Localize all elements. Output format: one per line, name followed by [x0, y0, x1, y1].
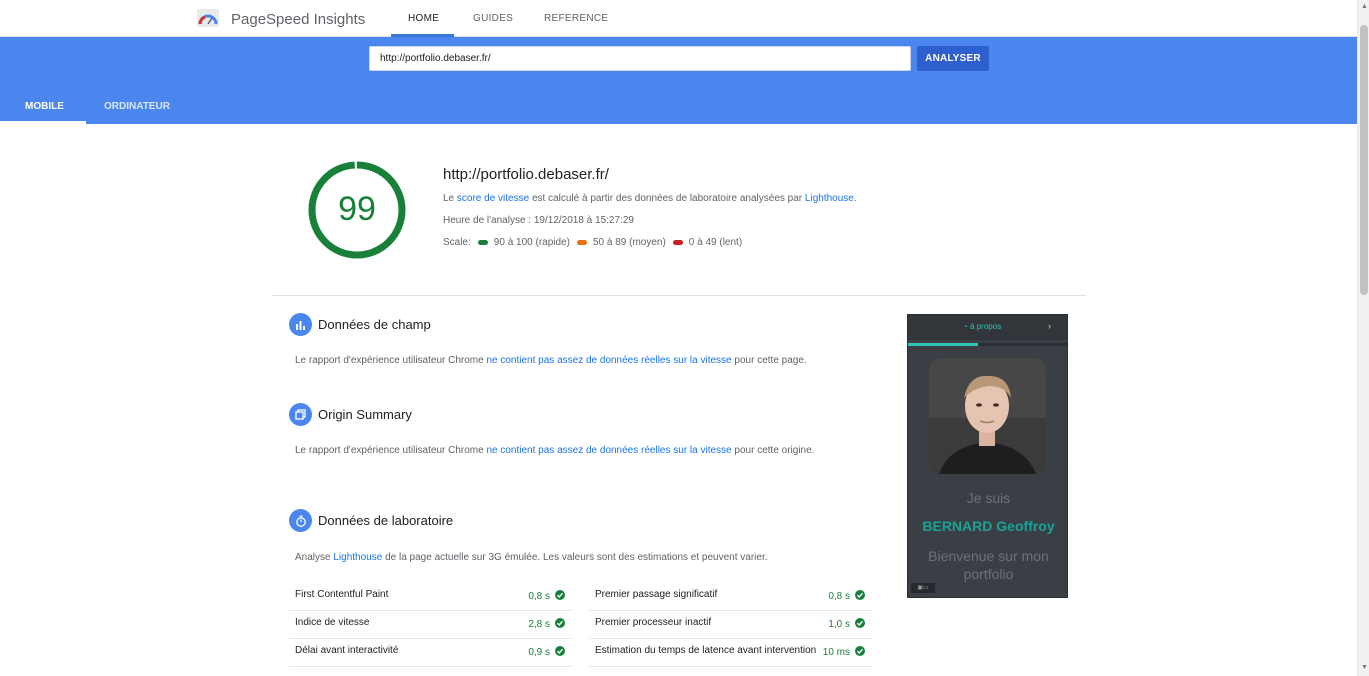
section-divider: [272, 295, 1086, 296]
thumbnail-menu: ◔ à propos: [963, 322, 1001, 331]
field-text-suffix: pour cette page.: [731, 355, 807, 366]
origin-text-prefix: Le rapport d'expérience utilisateur Chro…: [295, 445, 487, 456]
metric-name: Premier passage significatif: [595, 589, 718, 600]
check-circle-icon: [555, 618, 565, 628]
lab-data-text: Analyse Lighthouse de la page actuelle s…: [295, 552, 768, 563]
nav-tab-guides[interactable]: GUIDES: [473, 13, 513, 24]
speed-score-link[interactable]: score de vitesse: [457, 193, 529, 204]
score-value: 99: [338, 190, 376, 228]
lab-text-prefix: Analyse: [295, 552, 334, 563]
metric-name: Estimation du temps de latence avant int…: [595, 645, 817, 656]
tab-desktop[interactable]: ORDINATEUR: [104, 101, 170, 112]
metric-name: Indice de vitesse: [295, 617, 370, 628]
origin-summary-title: Origin Summary: [318, 407, 412, 422]
tab-mobile[interactable]: MOBILE: [25, 101, 64, 112]
origin-summary-text: Le rapport d'expérience utilisateur Chro…: [295, 445, 814, 456]
thumbnail-progress-fill: [908, 343, 978, 346]
origin-summary-icon: [289, 403, 312, 426]
profile-photo: [929, 358, 1046, 474]
scale-average-pill-icon: [576, 240, 587, 245]
thumbnail-badge-icon: ▣▭: [911, 583, 935, 593]
page-screenshot-thumbnail: ◔ à propos › Je suis BERNARD Geoffroy Bi…: [907, 314, 1068, 598]
metric-name: Premier processeur inactif: [595, 617, 712, 628]
metric-row: Délai avant interactivité 0,9 s: [289, 639, 572, 667]
thumbnail-welcome: Bienvenue sur mon portfolio: [928, 548, 1049, 582]
field-data-text: Le rapport d'expérience utilisateur Chro…: [295, 355, 807, 366]
metric-value: 0,8 s: [828, 591, 850, 602]
stopwatch-icon: [289, 509, 312, 532]
thumbnail-menu-label: à propos: [970, 322, 1002, 331]
desc-middle: est calculé à partir des données de labo…: [529, 193, 805, 204]
scale-slow-pill-icon: [672, 240, 683, 245]
thumbnail-menu-icon: ◔: [963, 322, 971, 331]
scale-fast-pill-icon: [477, 240, 488, 245]
metric-value: 0,9 s: [528, 647, 550, 658]
metric-row: First Contentful Paint 0,8 s: [289, 583, 572, 611]
chevron-right-icon: ›: [1048, 321, 1051, 331]
vertical-scrollbar[interactable]: ▲ ▼: [1357, 0, 1369, 676]
lighthouse-link[interactable]: Lighthouse: [805, 193, 854, 204]
metric-name: First Contentful Paint: [295, 589, 389, 600]
bar-chart-icon: [289, 313, 312, 336]
analyse-button[interactable]: ANALYSER: [917, 46, 989, 71]
check-circle-icon: [855, 618, 865, 628]
metric-value: 2,8 s: [528, 619, 550, 630]
nav-tab-home[interactable]: HOME: [408, 13, 439, 24]
metric-row: Estimation du temps de latence avant int…: [589, 639, 872, 667]
thumbnail-progress-bar: [908, 343, 1067, 346]
search-band: ANALYSER MOBILE ORDINATEUR: [0, 37, 1357, 124]
scroll-thumb[interactable]: [1360, 25, 1368, 295]
metric-row: Premier processeur inactif 1,0 s: [589, 611, 872, 639]
scroll-down-icon[interactable]: ▼: [1361, 664, 1368, 671]
scale-average-label: 50 à 89 (moyen): [592, 237, 666, 248]
lab-data-title: Données de laboratoire: [318, 513, 454, 528]
pagespeed-logo-icon[interactable]: [197, 9, 219, 27]
lab-lighthouse-link[interactable]: Lighthouse: [333, 552, 382, 563]
nav-tab-reference[interactable]: REFERENCE: [544, 13, 608, 24]
check-circle-icon: [855, 590, 865, 600]
field-data-title: Données de champ: [318, 317, 431, 332]
scroll-up-icon[interactable]: ▲: [1361, 3, 1368, 10]
check-circle-icon: [555, 590, 565, 600]
check-circle-icon: [855, 646, 865, 656]
metric-row: Premier passage significatif 0,8 s: [589, 583, 872, 611]
metric-value: 1,0 s: [828, 619, 850, 630]
metric-value: 0,8 s: [528, 591, 550, 602]
origin-data-link[interactable]: ne contient pas assez de données réelles…: [486, 445, 731, 456]
thumbnail-greeting: Je suis: [966, 490, 1011, 506]
url-input[interactable]: [369, 46, 911, 71]
scale-label: Scale:: [443, 237, 471, 248]
score-scale: Scale: 90 à 100 (rapide) 50 à 89 (moyen)…: [443, 237, 742, 248]
scale-fast-label: 90 à 100 (rapide): [493, 237, 570, 248]
device-tab-indicator: [0, 121, 86, 124]
scale-slow-label: 0 à 49 (lent): [688, 237, 743, 248]
lab-text-suffix: de la page actuelle sur 3G émulée. Les v…: [382, 552, 768, 563]
field-data-link[interactable]: ne contient pas assez de données réelles…: [486, 355, 731, 366]
thumbnail-name: BERNARD Geoffroy: [922, 518, 1055, 534]
app-title[interactable]: PageSpeed Insights: [231, 11, 365, 28]
field-text-prefix: Le rapport d'expérience utilisateur Chro…: [295, 355, 487, 366]
desc-prefix: Le: [443, 193, 457, 204]
metric-value: 10 ms: [822, 647, 850, 658]
tested-url: http://portfolio.debaser.fr/: [443, 166, 609, 183]
check-circle-icon: [555, 646, 565, 656]
score-description: Le score de vitesse est calculé à partir…: [443, 193, 857, 204]
metric-name: Délai avant interactivité: [295, 645, 399, 656]
desc-suffix: .: [853, 193, 857, 204]
analysis-time: Heure de l'analyse : 19/12/2018 à 15:27:…: [443, 215, 634, 226]
origin-text-suffix: pour cette origine.: [731, 445, 815, 456]
top-navigation-bar: PageSpeed Insights HOME GUIDES REFERENCE: [0, 0, 1357, 37]
metric-row: Indice de vitesse 2,8 s: [289, 611, 572, 639]
thumbnail-header: ◔ à propos ›: [908, 315, 1067, 340]
